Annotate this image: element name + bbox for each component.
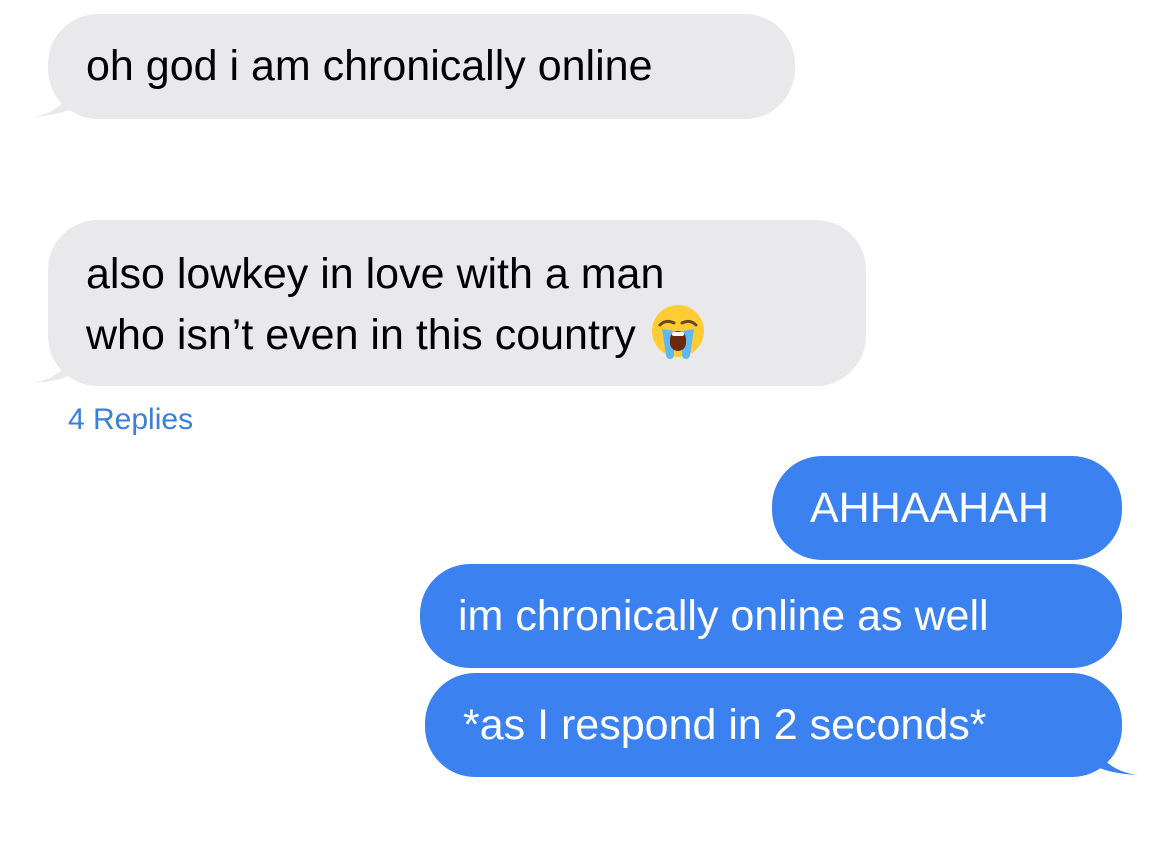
thread-replies-link[interactable]: 4 Replies: [68, 402, 193, 438]
message-text-line-1: also lowkey in love with a man: [86, 250, 665, 298]
received-message-bubble[interactable]: oh god i am chronically online: [48, 14, 795, 119]
message-text: AHHAAHAH: [810, 484, 1049, 532]
sent-message-bubble[interactable]: *as I respond in 2 seconds*: [425, 673, 1122, 777]
sent-message-bubble[interactable]: im chronically online as well: [420, 564, 1122, 668]
loudly-crying-face-icon: [651, 305, 704, 359]
received-message-bubble[interactable]: also lowkey in love with a man who isn’t…: [48, 220, 866, 386]
message-text: im chronically online as well: [458, 592, 989, 640]
message-text-line-2: who isn’t even in this country: [86, 303, 828, 364]
sent-message-bubble[interactable]: AHHAAHAH: [772, 456, 1122, 560]
message-text: *as I respond in 2 seconds*: [463, 701, 987, 749]
message-text: oh god i am chronically online: [86, 42, 653, 90]
